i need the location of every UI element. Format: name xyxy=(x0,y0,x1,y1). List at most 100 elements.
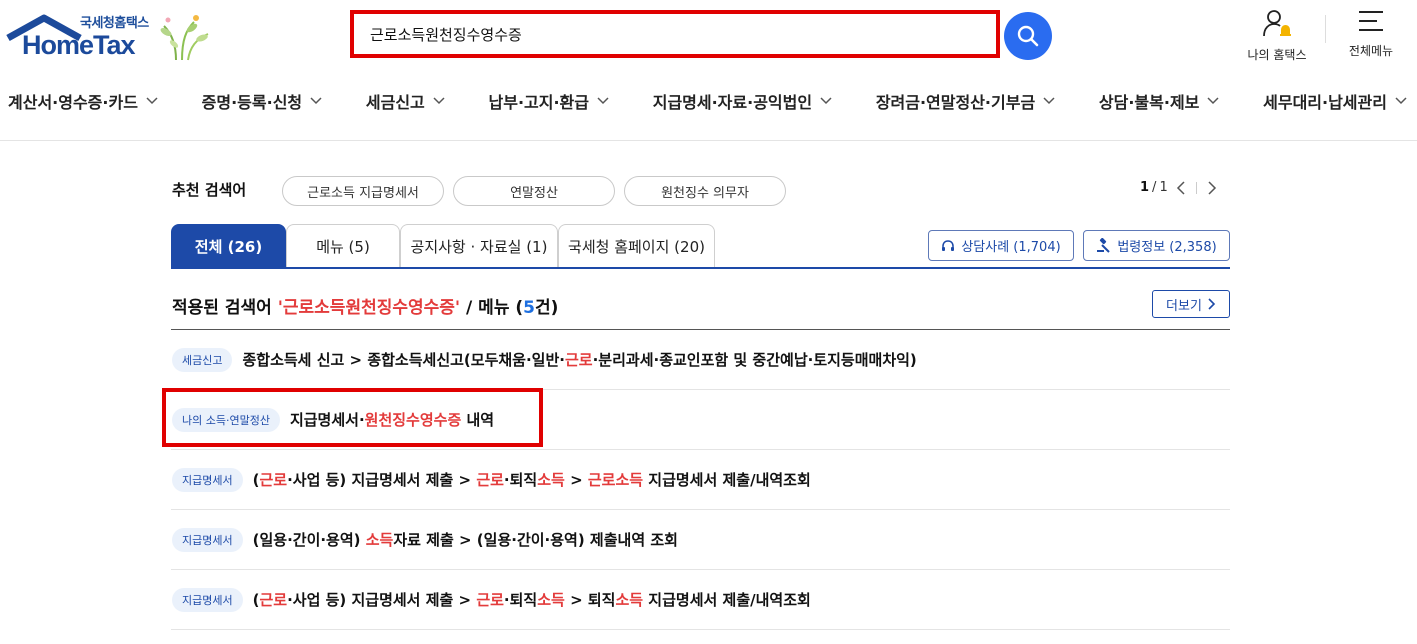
chevron-down-icon xyxy=(433,97,445,105)
chevron-right-icon[interactable] xyxy=(1207,180,1217,195)
result-link[interactable]: (일용·간이·용역) 소득자료 제출 > (일용·간이·용역) 제출내역 조회 xyxy=(253,529,678,550)
tab-nts-homepage[interactable]: 국세청 홈페이지 (20) xyxy=(558,224,715,268)
highlight-segment: 소득 xyxy=(615,591,644,609)
text-segment: > 퇴직 xyxy=(564,591,616,609)
search-button[interactable] xyxy=(1004,12,1052,60)
tab-notice-library[interactable]: 공지사항 · 자료실 (1) xyxy=(400,224,558,268)
hometax-logo[interactable]: 국세청홈택스 HomeTax xyxy=(6,10,216,65)
nav-divider xyxy=(0,140,1417,141)
text-segment: 지급명세서 제출/내역조회 xyxy=(643,471,811,489)
nav-item-label: 장려금·연말정산·기부금 xyxy=(875,93,1036,112)
search-box[interactable] xyxy=(350,10,1000,58)
result-row[interactable]: 지급명세서 (근로·사업 등) 지급명세서 제출 > 근로·퇴직소득 > 퇴직소… xyxy=(171,570,1230,630)
nav-item[interactable]: 상담·불복·제보 xyxy=(1099,78,1219,124)
plant-icon xyxy=(160,15,209,61)
nav-item-label: 납부·고지·환급 xyxy=(488,93,589,112)
recommended-label: 추천 검색어 xyxy=(172,181,247,199)
text-segment: ·사업 등) 지급명세서 제출 > xyxy=(287,471,477,489)
consult-cases-label: 상담사례 (1,704) xyxy=(961,240,1061,255)
highlight-segment: 근로 xyxy=(476,471,504,489)
text-segment: ·사업 등) 지급명세서 제출 > xyxy=(287,591,477,609)
chevron-left-icon[interactable] xyxy=(1176,180,1186,195)
highlight-segment: 근로 xyxy=(564,351,593,369)
nav-item[interactable]: 세금신고 xyxy=(366,78,445,124)
result-link[interactable]: (근로·사업 등) 지급명세서 제출 > 근로·퇴직소득 > 퇴직소득 지급명세… xyxy=(253,589,811,610)
result-row[interactable]: 지급명세서 (일용·간이·용역) 소득자료 제출 > (일용·간이·용역) 제출… xyxy=(171,510,1230,570)
user-bell-icon xyxy=(1263,10,1291,37)
text-segment: ·분리과세·종교인포함 및 중간예납·토지등매매차익) xyxy=(592,351,917,369)
my-hometax-button[interactable]: 나의 홈택스 xyxy=(1238,8,1316,63)
result-link[interactable]: 종합소득세 신고 > 종합소득세신고(모두채움·일반·근로·분리과세·종교인포함… xyxy=(242,349,916,370)
chevron-down-icon xyxy=(1207,97,1219,105)
result-row[interactable]: 세금신고 종합소득세 신고 > 종합소득세신고(모두채움·일반·근로·분리과세·… xyxy=(171,330,1230,390)
text-segment: (일용·간이·용역) xyxy=(252,531,366,549)
nav-item-label: 증명·등록·신청 xyxy=(201,93,303,112)
tab-underline xyxy=(171,267,1230,269)
more-button[interactable]: 더보기 xyxy=(1152,290,1230,318)
more-label: 더보기 xyxy=(1166,298,1202,314)
tab-all[interactable]: 전체 (26) xyxy=(171,224,286,268)
result-row[interactable]: 지급명세서 (근로·사업 등) 지급명세서 제출 > 근로·퇴직소득 > 근로소… xyxy=(171,450,1230,510)
highlight-segment: 근로소득 xyxy=(587,471,644,489)
consult-cases-button[interactable]: 상담사례 (1,704) xyxy=(928,230,1074,261)
nav-item-label: 상담·불복·제보 xyxy=(1098,93,1200,112)
chevron-down-icon xyxy=(310,97,322,105)
highlight-segment: 근로 xyxy=(259,591,288,609)
nav-item[interactable]: 지급명세·자료·공익법인 xyxy=(653,78,832,124)
chevron-right-icon xyxy=(1208,298,1216,310)
nav-item[interactable]: 장려금·연말정산·기부금 xyxy=(876,78,1055,124)
nav-item[interactable]: 증명·등록·신청 xyxy=(202,78,322,124)
highlight-segment: 근로 xyxy=(259,471,288,489)
search-icon xyxy=(1017,25,1039,47)
highlight-segment: 소득 xyxy=(365,531,394,549)
category-badge: 세금신고 xyxy=(172,347,233,372)
recommended-chip[interactable]: 연말정산 xyxy=(453,176,615,206)
result-count: 5 xyxy=(523,298,535,318)
logo-title: HomeTax xyxy=(22,30,136,60)
nav-item-label: 지급명세·자료·공익법인 xyxy=(652,93,813,112)
result-link[interactable]: (근로·사업 등) 지급명세서 제출 > 근로·퇴직소득 > 근로소득 지급명세… xyxy=(253,469,811,490)
pager-total: 1 xyxy=(1159,180,1168,195)
main-nav: 계산서·영수증·카드 증명·등록·신청 세금신고 납부·고지·환급 지급명세·자… xyxy=(0,78,1417,126)
hamburger-menu-icon xyxy=(1359,11,1383,31)
category-badge: 지급명세서 xyxy=(172,587,243,612)
gavel-icon xyxy=(1097,238,1111,253)
nav-item-label: 세무대리·납세관리 xyxy=(1263,93,1387,112)
text-segment: 자료 제출 > (일용·간이·용역) 제출내역 조회 xyxy=(393,531,678,549)
search-input[interactable] xyxy=(370,20,970,48)
chevron-down-icon xyxy=(1043,97,1055,105)
chevron-down-icon xyxy=(1395,97,1407,105)
nav-item-label: 세금신고 xyxy=(365,93,425,112)
my-hometax-label: 나의 홈택스 xyxy=(1247,48,1307,62)
text-segment: ·퇴직 xyxy=(503,591,538,609)
chevron-down-icon xyxy=(597,97,609,105)
header-divider xyxy=(1325,15,1326,43)
highlight-segment: 근로 xyxy=(476,591,504,609)
highlight-segment: 소득 xyxy=(537,471,565,489)
pager-divider xyxy=(1195,181,1197,194)
result-middle: / 메뉴 ( xyxy=(460,298,524,318)
nav-item[interactable]: 계산서·영수증·카드 xyxy=(8,78,158,124)
nav-item[interactable]: 세무대리·납세관리 xyxy=(1263,78,1407,124)
result-heading: 적용된 검색어 '근로소득원천징수영수증' / 메뉴 (5건) xyxy=(172,293,558,318)
chevron-down-icon xyxy=(146,97,158,105)
highlight-segment: 소득 xyxy=(537,591,565,609)
nav-item[interactable]: 납부·고지·환급 xyxy=(489,78,609,124)
recommended-pager: 1 / 1 xyxy=(1140,180,1217,195)
text-segment: > xyxy=(564,471,588,489)
tab-menu[interactable]: 메뉴 (5) xyxy=(286,224,400,268)
result-keyword: '근로소득원천징수영수증' xyxy=(277,298,461,318)
chevron-down-icon xyxy=(820,97,832,105)
recommended-chip[interactable]: 원천징수 의무자 xyxy=(624,176,786,206)
recommended-chip[interactable]: 근로소득 지급명세서 xyxy=(282,176,444,206)
law-info-button[interactable]: 법령정보 (2,358) xyxy=(1083,230,1230,261)
category-badge: 지급명세서 xyxy=(172,467,243,492)
text-segment: ·퇴직 xyxy=(503,471,538,489)
category-badge: 지급명세서 xyxy=(172,527,243,552)
all-menu-button[interactable]: 전체메뉴 xyxy=(1340,8,1402,59)
logo-subtitle: 국세청홈택스 xyxy=(80,16,149,31)
result-prefix: 적용된 검색어 xyxy=(172,298,278,318)
law-info-label: 법령정보 (2,358) xyxy=(1117,240,1217,255)
headset-icon xyxy=(942,239,955,251)
all-menu-label: 전체메뉴 xyxy=(1348,44,1394,58)
